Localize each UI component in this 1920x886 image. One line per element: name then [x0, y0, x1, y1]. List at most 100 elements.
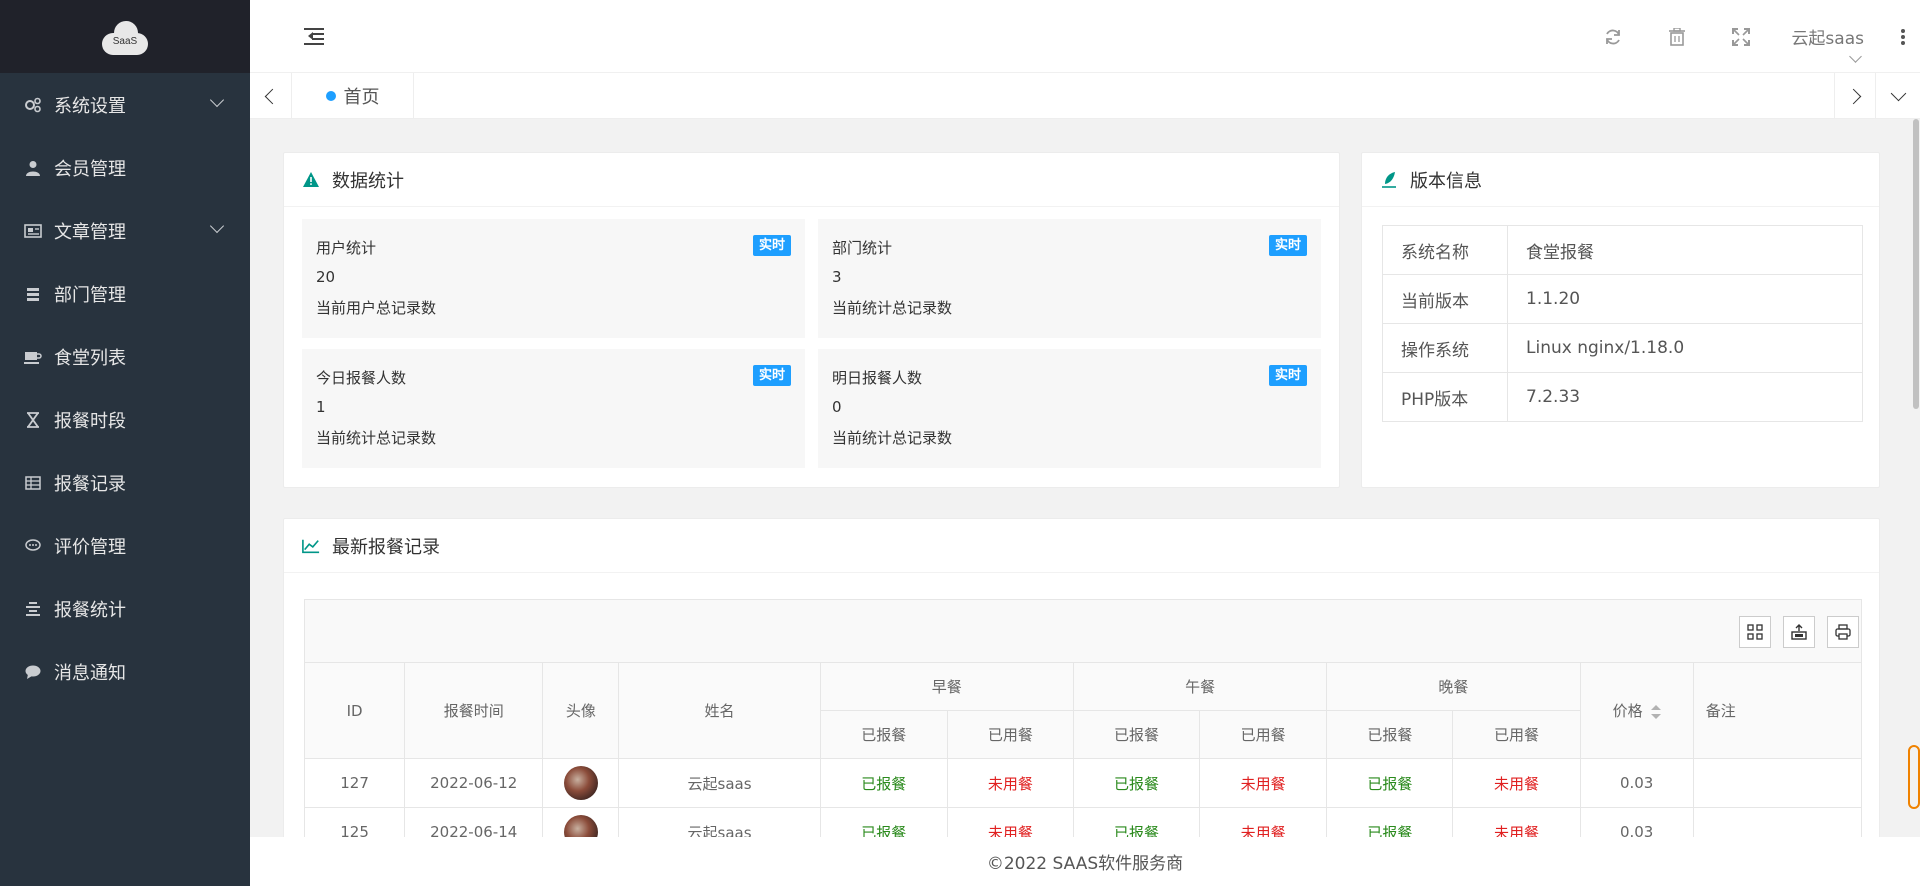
align-center-icon: [24, 600, 42, 618]
table-value: Linux nginx/1.18.0: [1507, 323, 1863, 373]
col-header-avatar[interactable]: 头像: [542, 662, 620, 759]
col-header-breakfast-used[interactable]: 已用餐: [946, 710, 1074, 759]
col-header-lunch-reported[interactable]: 已报餐: [1072, 710, 1201, 759]
table-key: 系统名称: [1382, 225, 1508, 275]
col-header-name[interactable]: 姓名: [618, 662, 821, 759]
trash-icon[interactable]: [1645, 0, 1709, 73]
main-content: 数据统计 用户统计 实时 20 当前用户总记录数 部门统计 实时 3 当前统计总…: [250, 119, 1920, 837]
top-header: 云起saas: [250, 0, 1920, 73]
logo[interactable]: SaaS: [102, 19, 148, 55]
tab-scroll-right-button[interactable]: [1834, 73, 1876, 119]
col-header-lunch: 午餐: [1072, 662, 1328, 711]
sidebar-toggle-icon[interactable]: [304, 28, 324, 45]
table-key: PHP版本: [1382, 372, 1508, 422]
cell-status: 已报餐: [1072, 807, 1201, 837]
stat-box: 明日报餐人数 实时 0 当前统计总记录数: [818, 349, 1321, 468]
table-key: 当前版本: [1382, 274, 1508, 324]
sidebar-item-members[interactable]: 会员管理: [0, 136, 250, 199]
col-header-lunch-used[interactable]: 已用餐: [1199, 710, 1328, 759]
user-name: 云起saas: [1791, 29, 1864, 49]
sidebar-item-articles[interactable]: 文章管理: [0, 199, 250, 262]
sidebar-item-system-settings[interactable]: 系统设置: [0, 73, 250, 136]
col-header-price-label: 价格: [1612, 702, 1643, 720]
status-badge: 实时: [1268, 365, 1307, 386]
list-icon: [24, 285, 42, 303]
stat-label: 今日报餐人数: [316, 369, 407, 387]
sidebar-item-reviews[interactable]: 评价管理: [0, 514, 250, 577]
stat-label: 明日报餐人数: [832, 369, 923, 387]
col-header-id[interactable]: ID: [303, 662, 406, 759]
more-vertical-icon[interactable]: [1886, 0, 1920, 73]
stat-value: 0: [832, 398, 842, 416]
logo-text: SaaS: [112, 35, 138, 47]
scrollbar-thumb[interactable]: [1913, 119, 1919, 409]
footer: ©2022 SAAS软件服务商: [250, 837, 1920, 886]
tab-options-button[interactable]: [1876, 73, 1920, 119]
tab-bar: 首页: [250, 73, 1920, 119]
user-menu[interactable]: 云起saas: [1773, 0, 1886, 73]
col-header-dinner-reported[interactable]: 已报餐: [1326, 710, 1454, 759]
stat-box: 部门统计 实时 3 当前统计总记录数: [818, 219, 1321, 338]
sidebar-item-meal-periods[interactable]: 报餐时段: [0, 388, 250, 451]
sidebar: SaaS 系统设置 会员管理 文章管理 部门管理 食堂列表 报餐时段 报餐记录 …: [0, 0, 250, 886]
sidebar-item-meal-records[interactable]: 报餐记录: [0, 451, 250, 514]
chevron-left-icon: [264, 88, 281, 104]
table-row[interactable]: 125 2022-06-14 云起saas 已报餐 未用餐 已报餐 未用餐 已报…: [303, 807, 1863, 837]
comment-icon: [24, 663, 42, 681]
table-row[interactable]: 127 2022-06-12 云起saas 已报餐 未用餐 已报餐 未用餐 已报…: [303, 758, 1863, 808]
table-icon: [24, 474, 42, 492]
tab-home[interactable]: 首页: [292, 73, 414, 119]
status-badge: 实时: [752, 365, 791, 386]
sort-icon[interactable]: [1650, 704, 1661, 719]
fullscreen-icon[interactable]: [1709, 0, 1773, 73]
stat-value: 1: [316, 398, 326, 416]
records-table: ID 报餐时间 头像 姓名 早餐 午餐 晚餐 价格 备注 已报餐 已用餐 已报餐…: [303, 662, 1863, 837]
sidebar-menu: 系统设置 会员管理 文章管理 部门管理 食堂列表 报餐时段 报餐记录 评价管理 …: [0, 73, 250, 703]
stat-desc: 当前统计总记录数: [832, 299, 953, 317]
avatar[interactable]: [563, 766, 598, 800]
col-header-dinner-used[interactable]: 已用餐: [1452, 710, 1581, 759]
sidebar-item-label: 文章管理: [54, 221, 126, 243]
sidebar-item-label: 报餐统计: [54, 599, 126, 621]
col-header-remark[interactable]: 备注: [1692, 662, 1863, 759]
cell-status: 未用餐: [1199, 758, 1328, 808]
scroll-indicator[interactable]: [1908, 745, 1920, 809]
tab-scroll-left-button[interactable]: [250, 73, 292, 119]
stat-label: 部门统计: [832, 239, 893, 257]
cell-status: 未用餐: [1452, 758, 1581, 808]
stat-label: 用户统计: [316, 239, 377, 257]
card-title: 最新报餐记录: [332, 536, 440, 558]
cell-remark: [1692, 758, 1863, 808]
cell-name: 云起saas: [618, 807, 821, 837]
active-dot-icon: [325, 91, 336, 101]
export-icon[interactable]: [1783, 616, 1815, 648]
cell-status: 已报餐: [1326, 807, 1454, 837]
gears-icon: [24, 96, 42, 114]
col-header-time[interactable]: 报餐时间: [404, 662, 544, 759]
sidebar-item-meal-stats[interactable]: 报餐统计: [0, 577, 250, 640]
stat-box: 用户统计 实时 20 当前用户总记录数: [302, 219, 805, 338]
status-badge: 实时: [1268, 235, 1307, 256]
sidebar-item-label: 消息通知: [54, 662, 126, 684]
chevron-right-icon: [1845, 88, 1861, 104]
stat-desc: 当前用户总记录数: [316, 299, 437, 317]
version-card: 版本信息 系统名称 食堂报餐 当前版本 1.1.20 操作系统 Linux nginx…: [1361, 152, 1880, 488]
col-header-price[interactable]: 价格: [1579, 662, 1694, 759]
cell-status: 已报餐: [819, 758, 948, 808]
refresh-icon[interactable]: [1581, 0, 1645, 73]
sidebar-item-departments[interactable]: 部门管理: [0, 262, 250, 325]
sidebar-item-canteens[interactable]: 食堂列表: [0, 325, 250, 388]
col-header-breakfast-reported[interactable]: 已报餐: [819, 710, 948, 759]
columns-icon[interactable]: [1739, 616, 1771, 648]
line-chart-icon: [302, 537, 320, 555]
cell-id: 125: [303, 807, 406, 837]
avatar[interactable]: [563, 815, 598, 837]
chevron-down-icon: [209, 218, 225, 234]
coffee-icon: [24, 348, 42, 366]
cell-time: 2022-06-12: [404, 758, 544, 808]
sidebar-item-notifications[interactable]: 消息通知: [0, 640, 250, 703]
print-icon[interactable]: [1827, 616, 1859, 648]
cell-status: 已报餐: [819, 807, 948, 837]
table-value: 7.2.33: [1507, 372, 1863, 422]
cell-id: 127: [303, 758, 406, 808]
